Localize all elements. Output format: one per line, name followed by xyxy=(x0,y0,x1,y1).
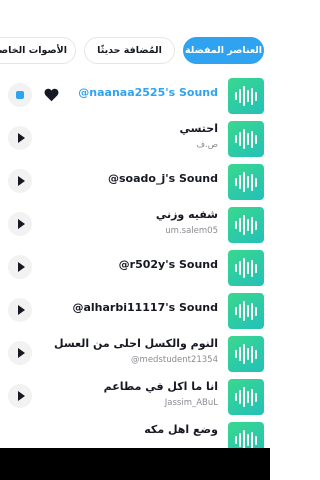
sound-title: @r502y's Sound xyxy=(118,258,218,271)
sound-waveform-icon xyxy=(228,121,264,157)
sound-row[interactable]: انا ما اكل في مطاعم Jassim_ABuL xyxy=(0,377,270,420)
sound-list: @naanaa2525's Sound احتسي ص.ف @soado_j's… xyxy=(0,76,270,463)
sound-title: احتسي xyxy=(179,122,218,135)
sound-waveform-icon xyxy=(228,336,264,372)
tab-recently-added[interactable]: المُضافة حديثًا xyxy=(84,37,175,64)
sound-title: انا ما اكل في مطاعم xyxy=(103,380,218,393)
sound-row[interactable]: النوم والكسل احلى من العسل @medstudent21… xyxy=(0,334,270,377)
sound-title: النوم والكسل احلى من العسل xyxy=(54,337,218,350)
stop-icon[interactable] xyxy=(8,83,32,107)
sound-title: @soado_j's Sound xyxy=(108,172,218,185)
sound-row[interactable]: احتسي ص.ف xyxy=(0,119,270,162)
sound-author: um.salem05 xyxy=(165,226,218,236)
sound-waveform-icon xyxy=(228,250,264,286)
sound-row[interactable]: شفيه وزني um.salem05 xyxy=(0,205,270,248)
play-icon[interactable] xyxy=(8,298,32,322)
heart-icon[interactable] xyxy=(44,88,59,102)
sound-title: وضع اهل مكه xyxy=(144,423,218,436)
sound-title: شفيه وزني xyxy=(155,208,218,221)
play-icon[interactable] xyxy=(8,255,32,279)
sound-row[interactable]: @soado_j's Sound xyxy=(0,162,270,205)
sound-row[interactable]: @naanaa2525's Sound xyxy=(0,76,270,119)
sound-author: ص.ف xyxy=(196,140,218,150)
play-icon[interactable] xyxy=(8,384,32,408)
sound-author: @medstudent21354 xyxy=(131,355,218,365)
play-icon[interactable] xyxy=(8,212,32,236)
bottom-bar xyxy=(0,448,270,480)
play-icon[interactable] xyxy=(8,341,32,365)
sound-row[interactable]: @r502y's Sound xyxy=(0,248,270,291)
sound-row[interactable]: @alharbi11117's Sound xyxy=(0,291,270,334)
sound-title: @naanaa2525's Sound xyxy=(78,86,218,99)
sound-waveform-icon xyxy=(228,78,264,114)
sound-waveform-icon xyxy=(228,164,264,200)
sound-title: @alharbi11117's Sound xyxy=(72,301,218,314)
sound-author: Jassim_ABuL xyxy=(164,398,218,408)
sound-waveform-icon xyxy=(228,379,264,415)
sound-category-tabs: العناصر المفضلة المُضافة حديثًا الأصوات … xyxy=(0,37,270,66)
tab-favorites[interactable]: العناصر المفضلة xyxy=(183,37,264,64)
tab-private-sounds[interactable]: الأصوات الخاصة xyxy=(0,37,76,64)
sound-waveform-icon xyxy=(228,293,264,329)
play-icon[interactable] xyxy=(8,126,32,150)
sound-waveform-icon xyxy=(228,207,264,243)
play-icon[interactable] xyxy=(8,169,32,193)
